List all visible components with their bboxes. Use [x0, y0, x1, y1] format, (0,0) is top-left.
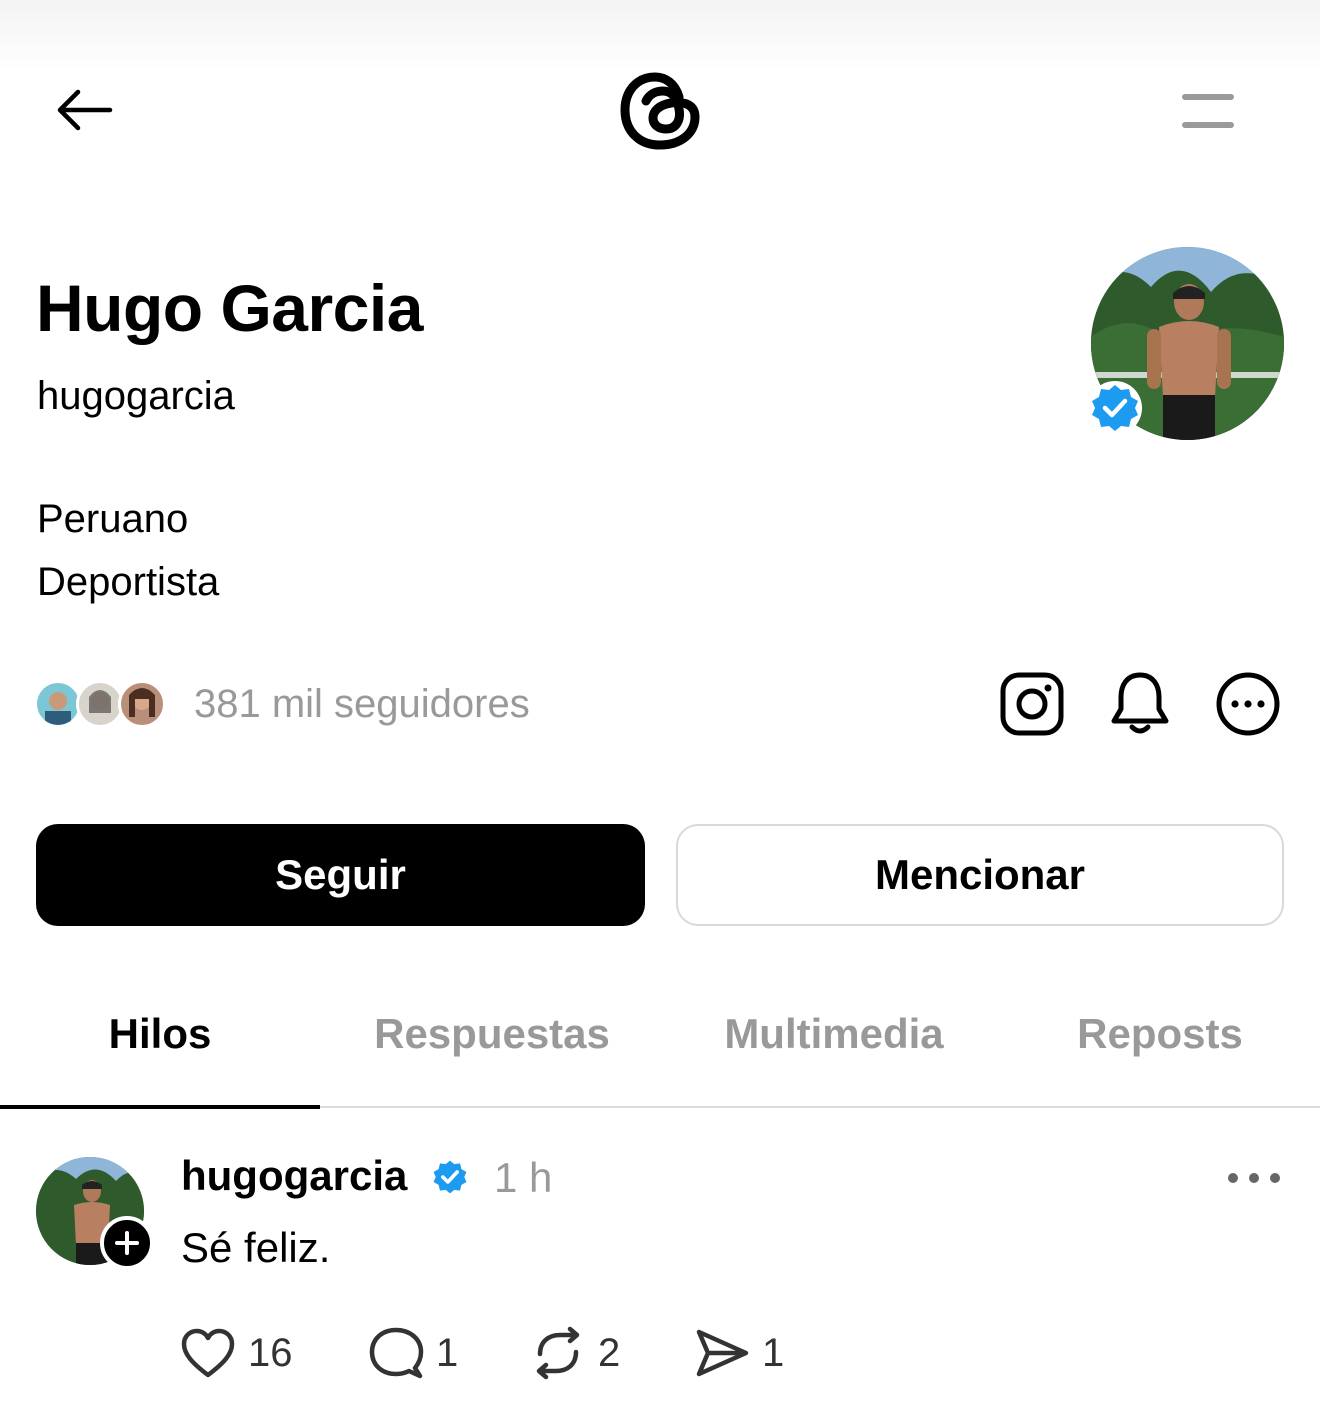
arrow-left-icon: [57, 89, 113, 131]
tab-hilos[interactable]: Hilos: [0, 1010, 320, 1058]
follower-avatar: [118, 680, 166, 728]
profile-display-name: Hugo Garcia: [36, 271, 423, 345]
follower-avatar: [76, 680, 124, 728]
instagram-icon: [1000, 672, 1064, 736]
active-tab-indicator: [0, 1105, 320, 1109]
mention-button[interactable]: Mencionar: [676, 824, 1284, 926]
bell-icon: [1111, 672, 1169, 734]
follow-button[interactable]: Seguir: [36, 824, 645, 926]
like-count: 16: [248, 1330, 293, 1375]
post-username[interactable]: hugogarcia: [181, 1152, 407, 1200]
verified-badge-icon: [430, 1157, 470, 1197]
tab-multimedia[interactable]: Multimedia: [674, 1010, 994, 1058]
share-count: 1: [762, 1330, 785, 1375]
profile-username: hugogarcia: [37, 374, 235, 418]
threads-logo-icon: [620, 72, 700, 150]
more-circle-icon: [1216, 672, 1280, 736]
like-button[interactable]: 16: [180, 1325, 293, 1381]
ellipsis-icon: [1228, 1173, 1280, 1183]
notifications-button[interactable]: [1106, 668, 1174, 740]
threads-logo[interactable]: [612, 60, 708, 160]
menu-icon: [1182, 94, 1234, 128]
repost-icon: [536, 1326, 580, 1380]
heart-icon: [181, 1328, 235, 1378]
follow-plus-button[interactable]: [100, 1216, 154, 1270]
post-more-button[interactable]: [1226, 1160, 1282, 1196]
plus-icon: [115, 1231, 139, 1255]
comment-icon: [369, 1327, 424, 1379]
repost-button[interactable]: 2: [530, 1325, 620, 1381]
menu-button[interactable]: [1176, 86, 1240, 136]
repost-count: 2: [598, 1330, 621, 1375]
tab-reposts[interactable]: Reposts: [1000, 1010, 1320, 1058]
post-timestamp: 1 h: [494, 1154, 553, 1201]
verified-badge-icon: [1087, 380, 1143, 436]
follower-avatar: [34, 680, 82, 728]
bio-line: Deportista: [37, 560, 220, 604]
followers-count[interactable]: 381 mil seguidores: [194, 682, 530, 727]
share-button[interactable]: 1: [694, 1325, 784, 1381]
more-options-button[interactable]: [1214, 670, 1282, 738]
reply-count: 1: [436, 1330, 459, 1375]
tab-respuestas[interactable]: Respuestas: [332, 1010, 652, 1058]
post-text: Sé feliz.: [181, 1224, 331, 1271]
bio-line: Peruano: [37, 497, 189, 541]
reply-button[interactable]: 1: [368, 1325, 458, 1381]
back-button[interactable]: [52, 84, 116, 136]
instagram-button[interactable]: [998, 670, 1066, 738]
send-icon: [696, 1329, 749, 1377]
